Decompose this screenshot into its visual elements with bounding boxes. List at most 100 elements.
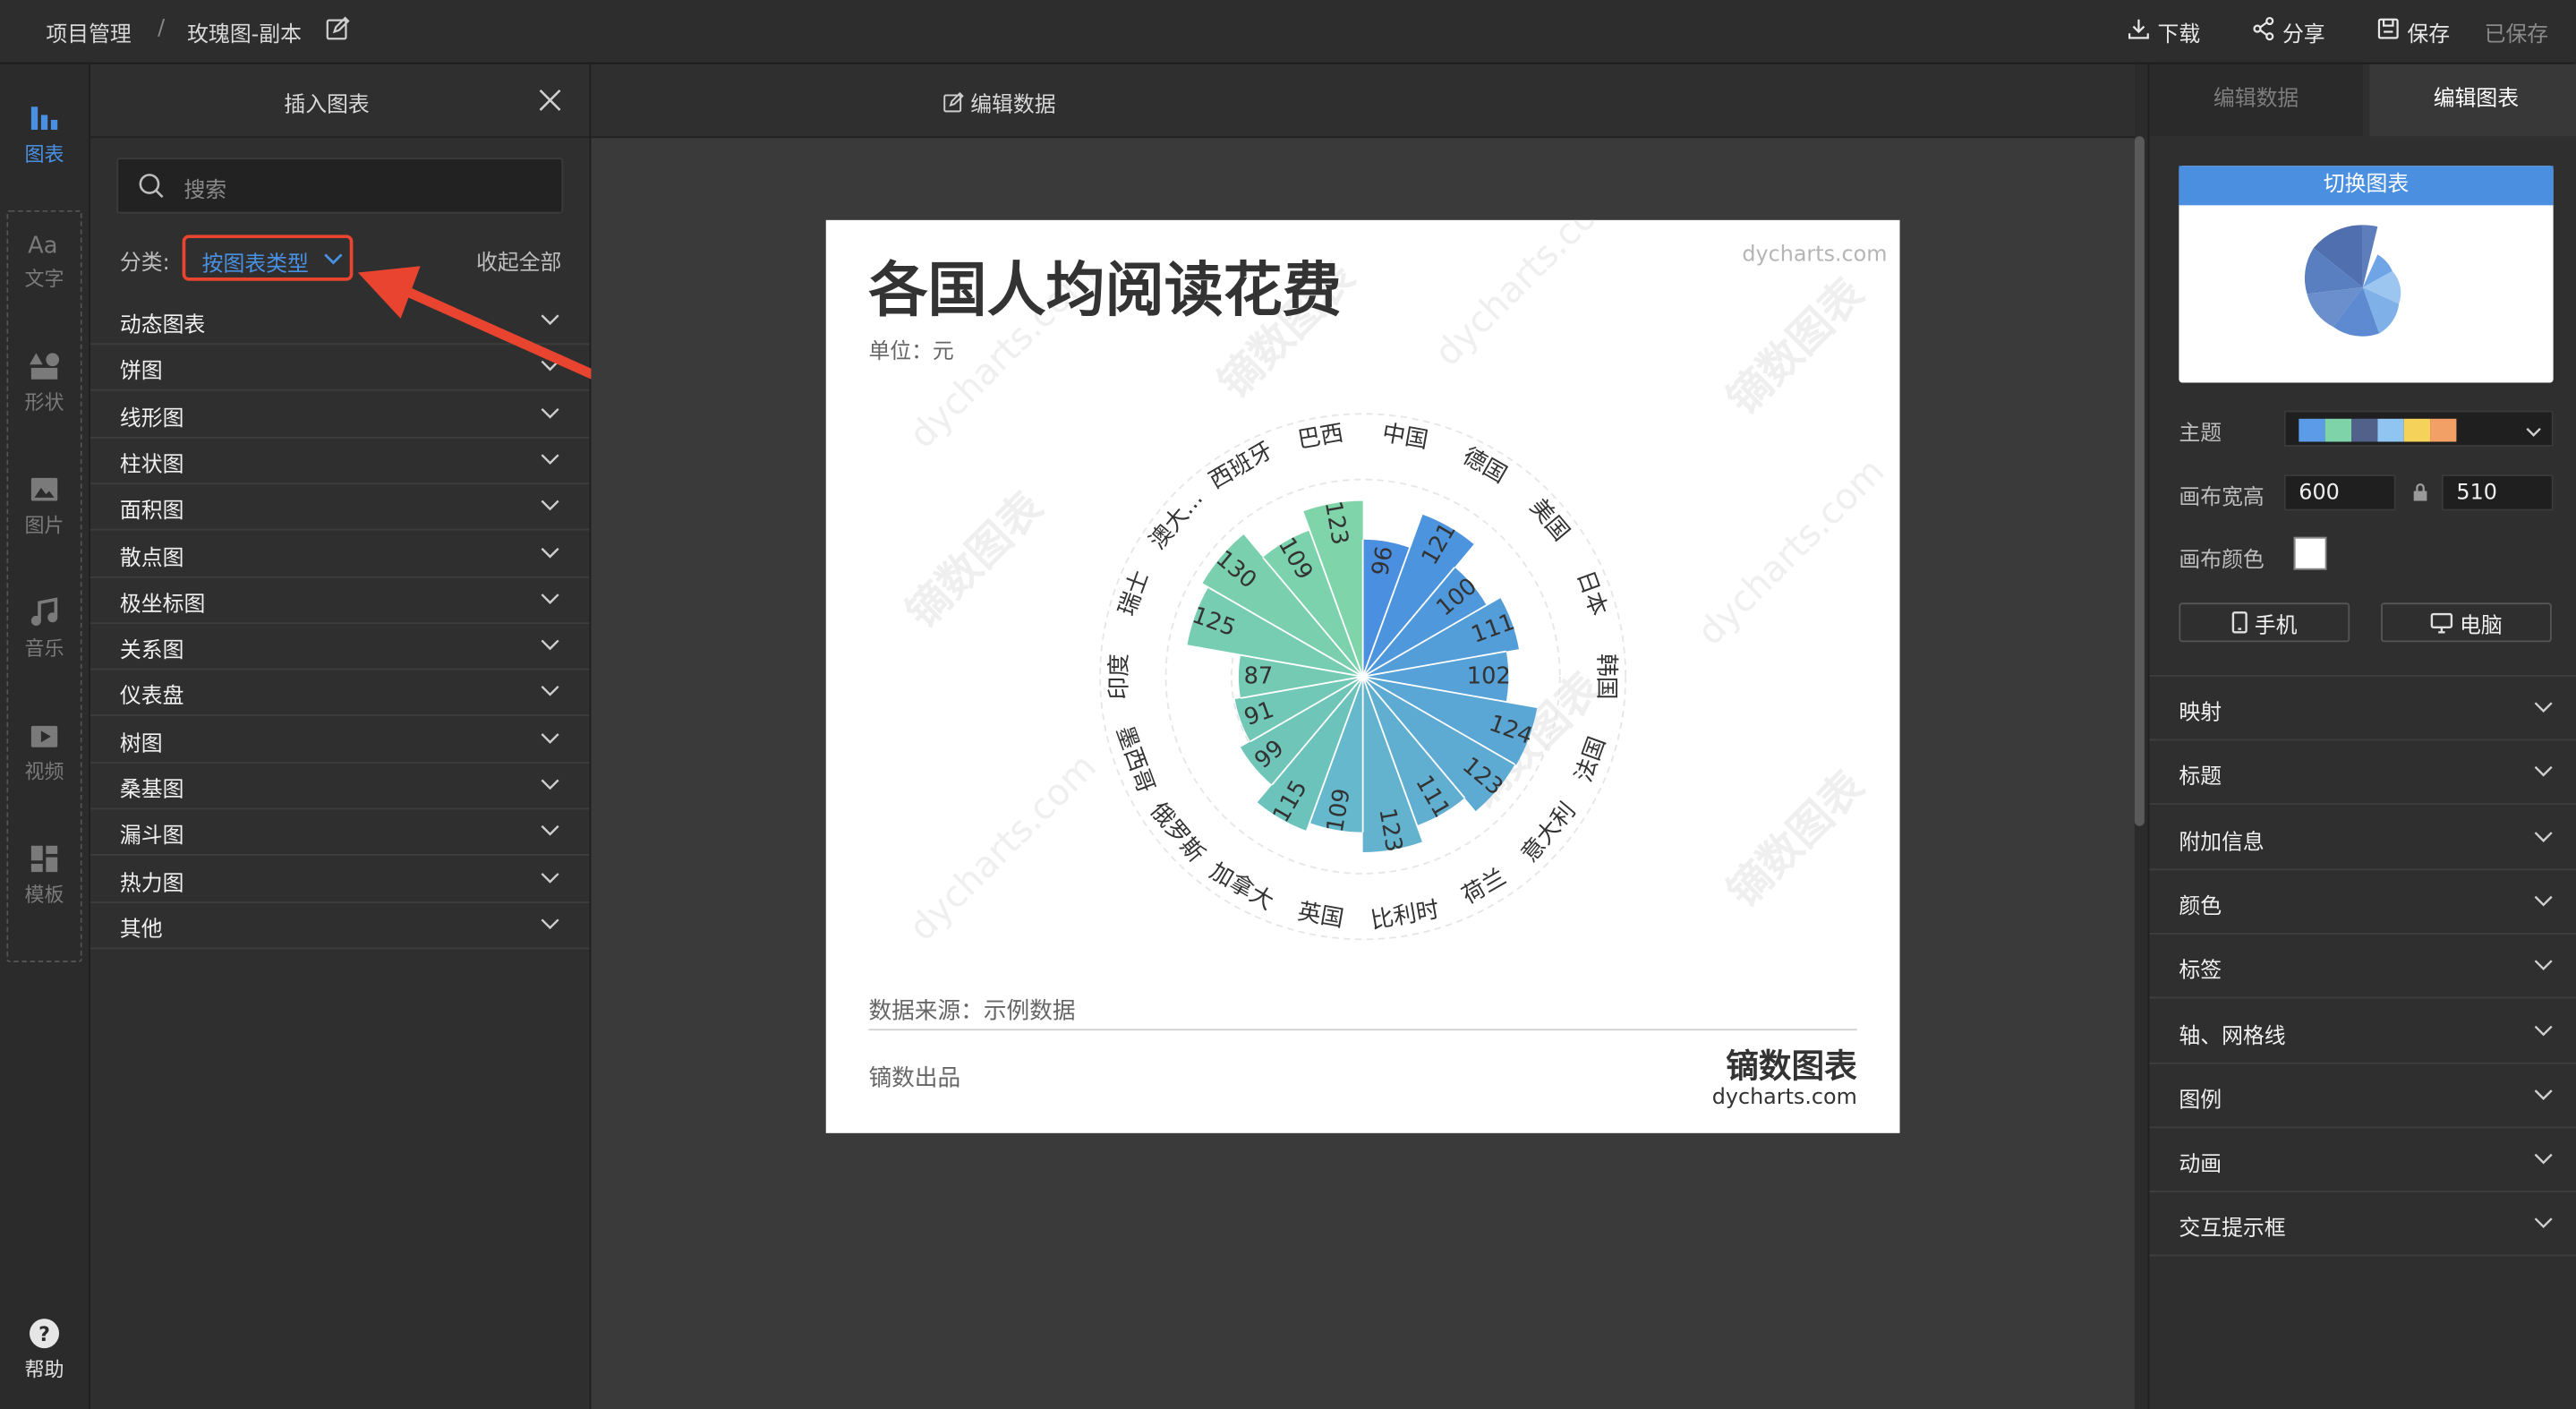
rail-label-video: 视频 [24, 760, 64, 784]
category-item[interactable]: 关系图 [90, 622, 590, 670]
edit-data-button[interactable]: 编辑数据 [943, 87, 1056, 118]
svg-text:?: ? [38, 1324, 50, 1346]
settings-section[interactable]: 图例 [2149, 1063, 2576, 1128]
chevron-down-icon [2534, 1020, 2554, 1040]
desktop-label: 电脑 [2460, 613, 2503, 638]
saved-status: 已保存 [2484, 22, 2549, 48]
category-item[interactable]: 柱状图 [90, 437, 590, 484]
producer-label[interactable]: 镝数出品 [868, 1065, 960, 1092]
rose-chart: dycharts.com dycharts.com dycharts.com dych… [868, 220, 1892, 1109]
category-item[interactable]: 面积图 [90, 483, 590, 531]
settings-section[interactable]: 动画 [2149, 1128, 2576, 1193]
rail-item-shapes[interactable]: 形状 [0, 348, 89, 415]
chevron-down-icon [2534, 698, 2554, 718]
rail-item-video[interactable]: 视频 [0, 718, 89, 785]
settings-section[interactable]: 附加信息 [2149, 806, 2576, 870]
canvas-area: 编辑数据 dycharts.com dycharts.com dycharts.co… [591, 64, 2135, 1409]
category-label: 美国 [1524, 494, 1574, 547]
settings-section[interactable]: 交互提示框 [2149, 1193, 2576, 1258]
category-label: 荷兰 [1457, 864, 1510, 910]
panel-header: 插入图表 [90, 64, 590, 139]
share-icon [2251, 16, 2276, 47]
rail-item-image[interactable]: 图片 [0, 472, 89, 539]
category-label: 分类: [119, 251, 170, 277]
edit-name-icon[interactable] [325, 16, 350, 47]
bar-chart-icon [30, 107, 58, 130]
theme-color-swatch [2351, 418, 2378, 442]
watermark-url: dycharts.com [1742, 242, 1887, 267]
canvas-color-label: 画布颜色 [2179, 548, 2265, 574]
tab-edit-chart[interactable]: 编辑图表 [2369, 64, 2576, 137]
category-label: 俄罗斯 [1145, 798, 1209, 867]
settings-section[interactable]: 颜色 [2149, 870, 2576, 935]
category-item[interactable]: 漏斗图 [90, 808, 590, 857]
rail-item-text[interactable]: Aa 文字 [0, 225, 89, 292]
category-label: 比利时 [1369, 896, 1441, 935]
category-label: 巴西 [1296, 420, 1346, 454]
category-item[interactable]: 热力图 [90, 855, 590, 903]
settings-section[interactable]: 轴、网格线 [2149, 999, 2576, 1063]
theme-select[interactable] [2283, 410, 2554, 447]
category-item-label: 动态图表 [119, 313, 206, 338]
category-item[interactable]: 桑基图 [90, 762, 590, 810]
category-item[interactable]: 其他 [90, 901, 590, 950]
settings-section[interactable]: 映射 [2149, 677, 2576, 741]
category-item-label: 桑基图 [119, 778, 184, 804]
canvas-height-input[interactable]: 510 [2441, 474, 2554, 511]
category-item[interactable]: 树图 [90, 715, 590, 764]
settings-section-label: 轴、网格线 [2179, 1023, 2286, 1049]
rail-label-image: 图片 [24, 514, 64, 537]
switch-chart-card[interactable]: 切换图表 [2179, 166, 2554, 383]
canvas-scrollbar[interactable] [2134, 136, 2145, 826]
chart-unit[interactable]: 单位：元 [868, 338, 953, 363]
chevron-down-icon [541, 496, 560, 516]
canvas-header: 编辑数据 [591, 64, 2135, 139]
data-source[interactable]: 数据来源：示例数据 [868, 997, 1075, 1024]
breadcrumb-project-management[interactable]: 项目管理 [46, 16, 131, 48]
chevron-down-icon [2534, 956, 2554, 976]
chevron-down-icon [541, 822, 560, 841]
settings-section-label: 标题 [2179, 765, 2222, 790]
edit-panel: 编辑数据 编辑图表 切换图表 主题 画布宽高 600 510 画布颜色 手机 电… [2147, 64, 2576, 1409]
svg-text:Aa: Aa [28, 233, 57, 260]
category-item[interactable]: 仪表盘 [90, 669, 590, 717]
chart-title[interactable]: 各国人均阅读花费 [868, 256, 1341, 325]
chevron-down-icon [2534, 1214, 2554, 1234]
desktop-view-button[interactable]: 电脑 [2381, 602, 2552, 643]
save-button[interactable]: 保存 [2376, 16, 2450, 47]
value-label: 102 [1467, 662, 1511, 689]
theme-color-swatch [2377, 418, 2404, 442]
category-label: 意大利 [1516, 798, 1581, 867]
category-item[interactable]: 极坐标图 [90, 576, 590, 624]
category-item[interactable]: 散点图 [90, 530, 590, 577]
rail-item-music[interactable]: 音乐 [0, 594, 89, 662]
rail-item-chart[interactable]: 图表 [0, 100, 89, 167]
chevron-down-icon [323, 250, 343, 275]
mobile-view-button[interactable]: 手机 [2179, 602, 2350, 643]
chevron-down-icon [541, 636, 560, 655]
settings-section[interactable]: 标题 [2149, 741, 2576, 806]
category-item-label: 树图 [119, 731, 163, 757]
share-button[interactable]: 分享 [2251, 16, 2325, 47]
settings-section-label: 标签 [2179, 959, 2222, 985]
category-select[interactable]: 按图表类型 [182, 235, 354, 281]
help-button[interactable]: ? 帮助 [0, 1315, 89, 1382]
category-item-label: 极坐标图 [119, 592, 206, 618]
chevron-down-icon [541, 775, 560, 795]
chevron-down-icon [2534, 1085, 2554, 1105]
category-label: 瑞士 [1113, 568, 1155, 620]
tab-edit-data[interactable]: 编辑数据 [2149, 64, 2363, 137]
canvas-width-input[interactable]: 600 [2283, 474, 2396, 511]
search-input[interactable]: 搜索 [183, 173, 226, 204]
rail-item-template[interactable]: 模板 [0, 841, 89, 908]
lock-icon[interactable] [2410, 482, 2430, 509]
value-label: 96 [1367, 544, 1398, 577]
rail-label-template: 模板 [24, 883, 64, 907]
chart-canvas[interactable]: dycharts.com dycharts.com dycharts.com dych… [825, 219, 1900, 1133]
switch-chart-button[interactable]: 切换图表 [2179, 166, 2554, 206]
download-button[interactable]: 下载 [2127, 16, 2200, 47]
settings-section[interactable]: 标签 [2149, 935, 2576, 999]
close-icon[interactable] [537, 87, 563, 120]
search-field[interactable]: 搜索 [116, 158, 564, 214]
canvas-color-swatch[interactable] [2293, 536, 2327, 570]
